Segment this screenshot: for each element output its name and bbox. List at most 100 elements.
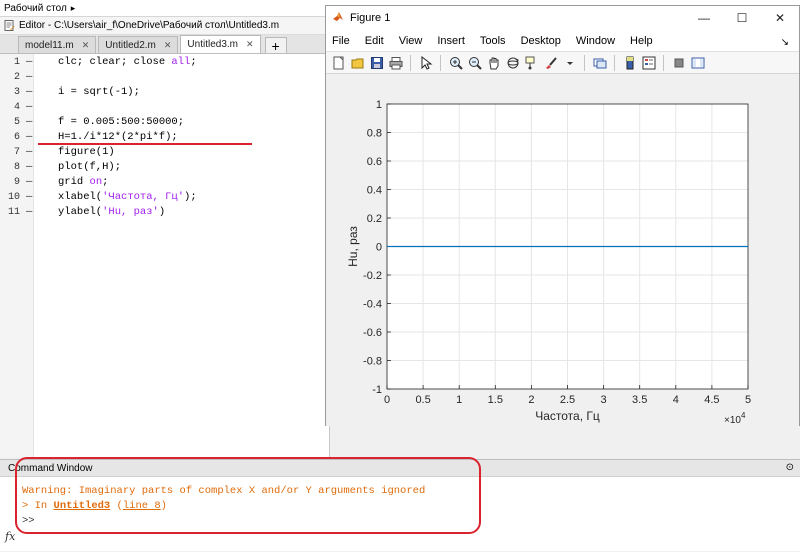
tab-label: Untitled2.m xyxy=(105,39,156,51)
chevron-right-icon[interactable]: ▸ xyxy=(71,3,76,14)
x-tick-label: 4.5 xyxy=(704,394,719,406)
code-line[interactable]: 11 — ylabel('Hu, раз') xyxy=(0,205,330,220)
toolbar-separator xyxy=(614,54,615,71)
line-number: 2 xyxy=(13,72,20,83)
code-line[interactable]: 9 — grid on; xyxy=(0,175,330,190)
y-tick-label: -0.6 xyxy=(363,327,382,339)
window-controls: — ☐ ✕ xyxy=(685,6,799,30)
code-line[interactable]: 2— xyxy=(0,70,330,85)
y-tick-label: 0.2 xyxy=(367,213,382,225)
code-line[interactable]: 7 — figure(1) xyxy=(0,145,330,160)
legend-icon[interactable] xyxy=(640,54,657,71)
open-file-icon[interactable] xyxy=(349,54,366,71)
dock-arrow-icon[interactable]: ↘ xyxy=(781,37,789,48)
code-line[interactable]: 8 — plot(f,H); xyxy=(0,160,330,175)
breakpoint-dash[interactable]: — xyxy=(26,115,32,130)
print-icon[interactable] xyxy=(387,54,404,71)
tab-untitled2[interactable]: Untitled2.m ✕ xyxy=(98,36,179,53)
x-tick-label: 5 xyxy=(745,394,751,406)
editor-titlebar: Editor - C:\Users\air_f\OneDrive\Рабочий… xyxy=(0,17,329,35)
toolbar-separator xyxy=(584,54,585,71)
menu-tools[interactable]: Tools xyxy=(480,35,506,47)
colorbar-icon[interactable] xyxy=(621,54,638,71)
data-cursor-icon[interactable] xyxy=(523,54,540,71)
code-segment: ylabel( xyxy=(58,206,103,218)
breakpoint-dash[interactable]: — xyxy=(26,175,32,190)
line-chart[interactable]: 0 0.5 1 1.5 2 2.5 3 3.5 4 4.5 5 1 0.8 0.6 0.4 0.2 0 -0.2 -… xyxy=(326,74,799,426)
chevron-down-icon[interactable]: ⊙ xyxy=(786,462,794,473)
breakpoint-dash[interactable]: — xyxy=(26,100,32,115)
breakpoint-dash[interactable]: — xyxy=(26,130,32,145)
new-figure-icon[interactable] xyxy=(330,54,347,71)
y-tick-label: -0.8 xyxy=(363,356,382,368)
x-axis-multiplier: ×10 xyxy=(724,415,741,426)
brush-icon[interactable] xyxy=(542,54,559,71)
x-tick-label: 3.5 xyxy=(632,394,647,406)
editor-document-icon xyxy=(4,20,15,31)
maximize-button[interactable]: ☐ xyxy=(723,6,761,30)
minimize-button[interactable]: — xyxy=(685,6,723,30)
close-icon[interactable]: ✕ xyxy=(246,39,254,50)
tab-untitled3[interactable]: Untitled3.m ✕ xyxy=(180,35,261,53)
menu-insert[interactable]: Insert xyxy=(437,35,465,47)
x-tick-label: 4 xyxy=(673,394,679,406)
code-segment: plot(f,H); xyxy=(58,161,122,173)
close-icon[interactable]: ✕ xyxy=(82,40,90,51)
code-text: clc; clear; close all; xyxy=(58,55,197,70)
code-line[interactable]: 5 — f = 0.005:500:50000; xyxy=(0,115,330,130)
breakpoint-dash[interactable]: — xyxy=(26,205,32,220)
hide-plot-tools-icon[interactable] xyxy=(670,54,687,71)
pointer-icon[interactable] xyxy=(417,54,434,71)
menu-desktop[interactable]: Desktop xyxy=(521,35,561,47)
chevron-down-icon[interactable] xyxy=(561,54,578,71)
code-segment: ); xyxy=(184,191,197,203)
y-tick-label: 0.8 xyxy=(367,128,382,140)
code-area[interactable]: 1— clc; clear; close all; 2—3— i = sqrt(-1)… xyxy=(0,54,330,457)
add-tab-button[interactable]: + xyxy=(264,37,287,54)
plot-area[interactable]: 0 0.5 1 1.5 2 2.5 3 3.5 4 4.5 5 1 0.8 0.6 0.4 0.2 0 -0.2 -… xyxy=(326,74,799,426)
menu-help[interactable]: Help xyxy=(630,35,653,47)
code-text: plot(f,H); xyxy=(58,160,121,175)
code-line[interactable]: 1 — clc; clear; close all; xyxy=(0,55,330,70)
toolbar-separator xyxy=(663,54,664,71)
toolbar-separator xyxy=(440,54,441,71)
code-text: figure(1) xyxy=(58,145,115,160)
show-plot-tools-icon[interactable] xyxy=(689,54,706,71)
tab-model11[interactable]: model11.m ✕ xyxy=(18,36,97,53)
close-button[interactable]: ✕ xyxy=(761,6,799,30)
menu-window[interactable]: Window xyxy=(576,35,615,47)
link-plot-icon[interactable] xyxy=(591,54,608,71)
breakpoint-dash[interactable]: — xyxy=(26,85,32,100)
code-line[interactable]: 3 — i = sqrt(-1); xyxy=(0,85,330,100)
figure-menubar: File Edit View Insert Tools Desktop Wind… xyxy=(326,30,799,52)
line-number: 4 xyxy=(13,102,20,113)
breakpoint-dash[interactable]: — xyxy=(26,160,32,175)
menu-file[interactable]: File xyxy=(332,35,350,47)
save-icon[interactable] xyxy=(368,54,385,71)
zoom-in-icon[interactable] xyxy=(447,54,464,71)
x-tick-label: 2.5 xyxy=(560,394,575,406)
menu-view[interactable]: View xyxy=(399,35,423,47)
x-axis-label: Частота, Гц xyxy=(535,409,600,423)
code-line[interactable]: 10 — xlabel('Частота, Гц'); xyxy=(0,190,330,205)
red-box-annotation xyxy=(15,457,481,534)
pan-hand-icon[interactable] xyxy=(485,54,502,71)
zoom-out-icon[interactable] xyxy=(466,54,483,71)
rotate-3d-icon[interactable] xyxy=(504,54,521,71)
close-icon[interactable]: ✕ xyxy=(164,40,172,51)
code-string: 'Частота, Гц' xyxy=(102,191,185,203)
code-text: ylabel('Hu, раз') xyxy=(58,205,165,220)
breakpoint-dash[interactable]: — xyxy=(26,190,32,205)
tab-label: Untitled3.m xyxy=(187,39,238,50)
code-segment: f = 0.005:500:50000; xyxy=(58,116,185,128)
fx-icon[interactable]: fx xyxy=(5,530,15,543)
breakpoint-dash[interactable]: — xyxy=(26,70,32,85)
red-underline-annotation xyxy=(38,143,252,145)
breakpoint-dash[interactable]: — xyxy=(26,55,32,70)
menu-edit[interactable]: Edit xyxy=(365,35,384,47)
line-number: 1 xyxy=(13,57,20,68)
x-tick-label: 1 xyxy=(456,394,462,406)
figure-title: Figure 1 xyxy=(350,12,391,24)
breakpoint-dash[interactable]: — xyxy=(26,145,32,160)
code-line[interactable]: 4— xyxy=(0,100,330,115)
